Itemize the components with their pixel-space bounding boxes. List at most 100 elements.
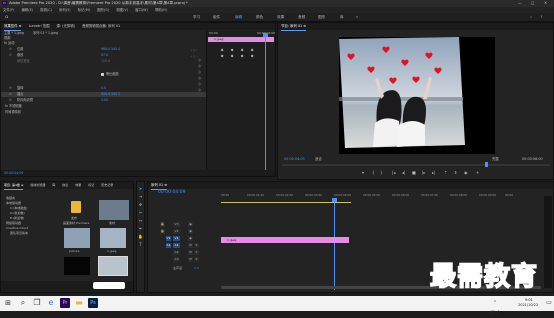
media-thumb[interactable] <box>98 256 128 276</box>
anchor-value[interactable]: 958.0 540.0 <box>101 92 120 97</box>
solo-button[interactable]: S <box>194 243 199 248</box>
opacity-effect-label[interactable]: fx 不透明度 <box>5 104 22 109</box>
program-timecode[interactable]: 00:00:04:09 <box>284 155 305 163</box>
stopwatch-icon[interactable]: ⏱ <box>9 98 12 103</box>
playhead-marker[interactable] <box>263 33 268 37</box>
type-tool-icon[interactable]: T <box>138 242 143 247</box>
sogou-input-icon[interactable] <box>93 282 125 289</box>
eye-icon[interactable]: ◉ <box>188 222 193 227</box>
lift-icon[interactable]: ⇡ <box>444 169 447 177</box>
program-monitor-title[interactable]: 节目: 序列 01 ≡ <box>281 23 307 31</box>
menu-edit[interactable]: 编辑(E) <box>21 8 33 12</box>
eye-icon[interactable]: ◉ <box>188 229 193 234</box>
keyframe[interactable] <box>230 54 234 58</box>
share-icon[interactable]: ⇪ <box>540 13 543 22</box>
workspace-editing[interactable]: 编辑 <box>235 13 242 22</box>
stopwatch-icon[interactable]: ⏱ <box>9 47 12 52</box>
media-thumb[interactable] <box>64 257 90 275</box>
tab-lumetri-scopes[interactable]: Lumetri 范围 <box>29 23 50 30</box>
menu-window[interactable]: 窗口(W) <box>135 8 148 12</box>
task-view-icon[interactable]: ❐ <box>32 298 42 308</box>
workspace-effects[interactable]: 效果 <box>277 13 284 22</box>
position-value[interactable]: 960.0 540.0 <box>101 47 120 52</box>
track-label[interactable]: V2 <box>173 229 180 234</box>
tab-media-browser[interactable]: 媒体浏览器 <box>30 182 45 189</box>
maximize-button[interactable]: □ <box>531 0 534 7</box>
keyframe[interactable] <box>220 48 224 52</box>
program-playhead[interactable] <box>485 162 488 167</box>
mute-button[interactable]: M <box>188 243 193 248</box>
workspace-libraries[interactable]: 库 <box>340 13 344 22</box>
keyframe[interactable] <box>250 54 254 58</box>
tab-history[interactable]: 历史记录 <box>101 182 113 189</box>
menu-view[interactable]: 视图(V) <box>116 8 128 12</box>
tab-project[interactable]: 项目: 第4章 ≡ <box>4 182 24 190</box>
timeline-clip-v1[interactable]: 1.jpeg <box>221 237 349 243</box>
anti-flicker-value[interactable]: 0.00 <box>101 98 108 103</box>
rotation-value[interactable]: 0.0 <box>101 86 106 91</box>
track-label[interactable]: V3 <box>173 222 180 227</box>
uniform-scale-checkbox[interactable] <box>101 73 104 76</box>
mute-button[interactable]: M <box>188 250 193 255</box>
hand-tool-icon[interactable]: ✋ <box>138 234 143 239</box>
keyframe[interactable] <box>250 48 254 52</box>
workspace-color[interactable]: 颜色 <box>256 13 263 22</box>
tab-libraries[interactable]: 库 <box>52 182 55 189</box>
stopwatch-icon[interactable]: ⏱ <box>9 92 12 97</box>
effect-timecode[interactable]: 00:00:04:09 <box>4 170 23 176</box>
track-label[interactable]: V1 <box>173 236 180 241</box>
menu-clip[interactable]: 剪辑(C) <box>40 8 52 12</box>
menu-marker[interactable]: 标记(M) <box>78 8 90 12</box>
tab-effects[interactable]: 效果 <box>75 182 81 189</box>
tree-item[interactable]: 团队项目版本 <box>4 231 59 236</box>
go-to-in-icon[interactable]: |◂ <box>392 169 395 177</box>
time-remapping-label[interactable]: 时间重映射 <box>5 110 21 115</box>
razor-tool-icon[interactable]: ✂ <box>138 210 143 215</box>
mark-in-button[interactable]: { <box>372 169 375 177</box>
clock-time[interactable]: 9:01 <box>525 298 533 302</box>
search-icon[interactable]: ⌕ <box>18 298 28 308</box>
go-to-out-icon[interactable]: ▸| <box>432 169 435 177</box>
notification-icon[interactable]: ▭ <box>544 298 554 308</box>
media-thumb[interactable] <box>71 201 81 215</box>
file-explorer-icon[interactable]: ▬ <box>74 298 84 308</box>
track-label[interactable]: A1 <box>173 243 180 248</box>
step-back-icon[interactable]: ◂| <box>402 169 405 177</box>
source-patch-a1[interactable]: A1 <box>166 243 171 248</box>
menu-help[interactable]: 帮助(H) <box>155 8 167 12</box>
pen-tool-icon[interactable]: ✒ <box>138 226 143 231</box>
search-icon[interactable]: ⌕ <box>530 13 532 22</box>
menu-sequence[interactable]: 序列(S) <box>59 8 71 12</box>
lock-icon[interactable]: 🔒 <box>160 222 165 227</box>
edge-icon[interactable]: e <box>46 298 56 308</box>
workspace-audio[interactable]: 音频 <box>298 13 305 22</box>
source-clip-label[interactable]: 主要 * 1.jpeg <box>4 31 24 35</box>
keyframe[interactable] <box>220 54 224 58</box>
more-workspaces-icon[interactable]: » <box>356 13 358 22</box>
solo-button[interactable]: S <box>194 250 199 255</box>
solo-button[interactable]: S <box>194 257 199 262</box>
quality-dropdown[interactable]: 完整 <box>492 155 499 163</box>
timeline-playhead-line[interactable] <box>334 200 335 290</box>
media-thumb[interactable] <box>64 228 90 248</box>
keyframe[interactable] <box>240 48 244 52</box>
motion-effect-label[interactable]: fx 运动 <box>4 41 14 45</box>
media-thumb[interactable] <box>100 228 126 248</box>
track-label[interactable]: A3 <box>173 257 180 262</box>
clock-date[interactable]: 2021/10/22 <box>518 303 538 307</box>
master-volume-value[interactable]: 0.0 <box>194 265 199 271</box>
playhead-line[interactable] <box>265 35 266 171</box>
mark-out-button[interactable]: } <box>380 169 383 177</box>
minimize-button[interactable]: — <box>518 0 522 7</box>
selection-tool-icon[interactable]: ➤ <box>138 186 143 191</box>
source-patch-v1[interactable]: V1 <box>166 236 171 241</box>
tab-markers[interactable]: 标记 <box>88 182 94 189</box>
tab-effect-controls[interactable]: 效果控件 ≡ <box>4 23 22 31</box>
tray-icons[interactable]: ⌃ ◫ ♪ <box>490 298 500 316</box>
export-frame-icon[interactable]: ◉ <box>464 169 468 177</box>
media-thumb[interactable] <box>99 200 129 220</box>
start-icon[interactable]: ⊞ <box>3 298 13 308</box>
track-label[interactable]: A2 <box>173 250 180 255</box>
timeline-timecode[interactable]: 00:00:04:09 <box>158 190 185 195</box>
stopwatch-icon[interactable]: ⏱ <box>9 86 12 91</box>
